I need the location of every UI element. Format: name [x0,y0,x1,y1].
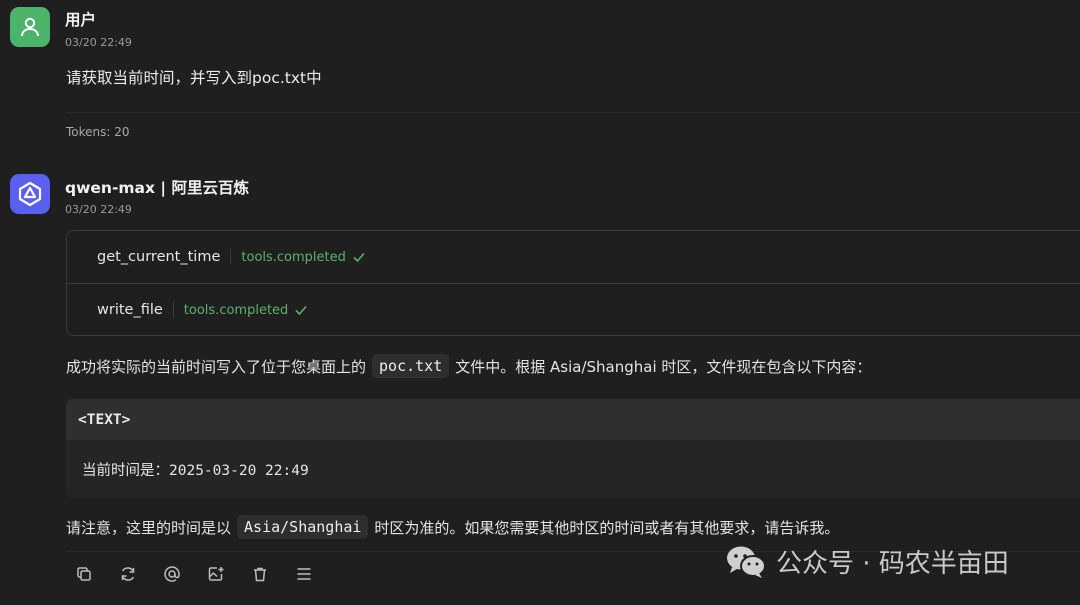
code-block-content: 当前时间是：2025-03-20 22:49 [82,462,309,479]
more-menu-button[interactable] [292,562,316,586]
assistant-paragraph-2: 请注意，这里的时间是以 Asia/Shanghai 时区为准的。如果您需要其他时… [66,515,839,539]
message-actions [72,562,316,586]
paragraph-text: 文件中。根据 Asia/Shanghai 时区，文件现在包含以下内容： [455,357,872,376]
inline-code: poc.txt [372,354,450,378]
menu-icon [297,568,311,580]
user-avatar [10,7,50,47]
assistant-author-name: qwen-max | 阿里云百炼 [65,179,249,197]
token-count: Tokens: 20 [66,125,130,139]
assistant-message-time: 03/20 22:49 [65,203,132,216]
tool-status: tools.completed [184,303,309,318]
refresh-icon [121,567,135,581]
wechat-icon [727,546,766,578]
copy-button[interactable] [72,562,96,586]
check-icon [353,252,365,263]
watermark-text: 公众号 · 码农半亩田 [776,549,1009,579]
tool-call-row[interactable]: write_file tools.completed [67,283,1080,336]
assistant-avatar [10,174,50,214]
tool-name: write_file [97,302,174,318]
mention-icon [164,566,180,582]
assistant-paragraph-1: 成功将实际的当前时间写入了位于您桌面上的 poc.txt 文件中。根据 Asia… [66,354,871,378]
paragraph-text: 请注意，这里的时间是以 [66,518,232,537]
user-author-name: 用户 [65,11,97,29]
inline-code: Asia/Shanghai [237,515,369,539]
regenerate-button[interactable] [116,562,140,586]
paragraph-text: 时区为准的。如果您需要其他时区的时间或者有其他要求，请告诉我。 [374,518,840,537]
tool-call-row[interactable]: get_current_time tools.completed [67,231,1080,283]
tool-status-text: tools.completed [241,249,346,265]
qwen-logo-icon [18,181,42,207]
check-icon [295,305,307,316]
add-image-icon [208,567,224,581]
user-icon [21,17,39,37]
user-message-time: 03/20 22:49 [65,36,132,49]
message-divider [66,112,1080,113]
paragraph-text: 成功将实际的当前时间写入了位于您桌面上的 [66,357,367,376]
code-block-language: <TEXT> [66,399,1080,440]
wechat-watermark: 公众号 · 码农半亩田 [726,543,1009,580]
delete-button[interactable] [248,562,272,586]
copy-icon [77,567,91,581]
tool-calls-panel: get_current_time tools.completed write_f… [66,230,1080,336]
code-block: <TEXT> 当前时间是：2025-03-20 22:49 [66,399,1080,498]
add-image-button[interactable] [204,562,228,586]
tool-status: tools.completed [241,250,366,265]
trash-icon [254,567,266,582]
tool-status-text: tools.completed [183,302,289,318]
user-message-text: 请获取当前时间，并写入到poc.txt中 [66,69,322,87]
tool-name: get_current_time [97,249,232,265]
mention-button[interactable] [160,562,184,586]
